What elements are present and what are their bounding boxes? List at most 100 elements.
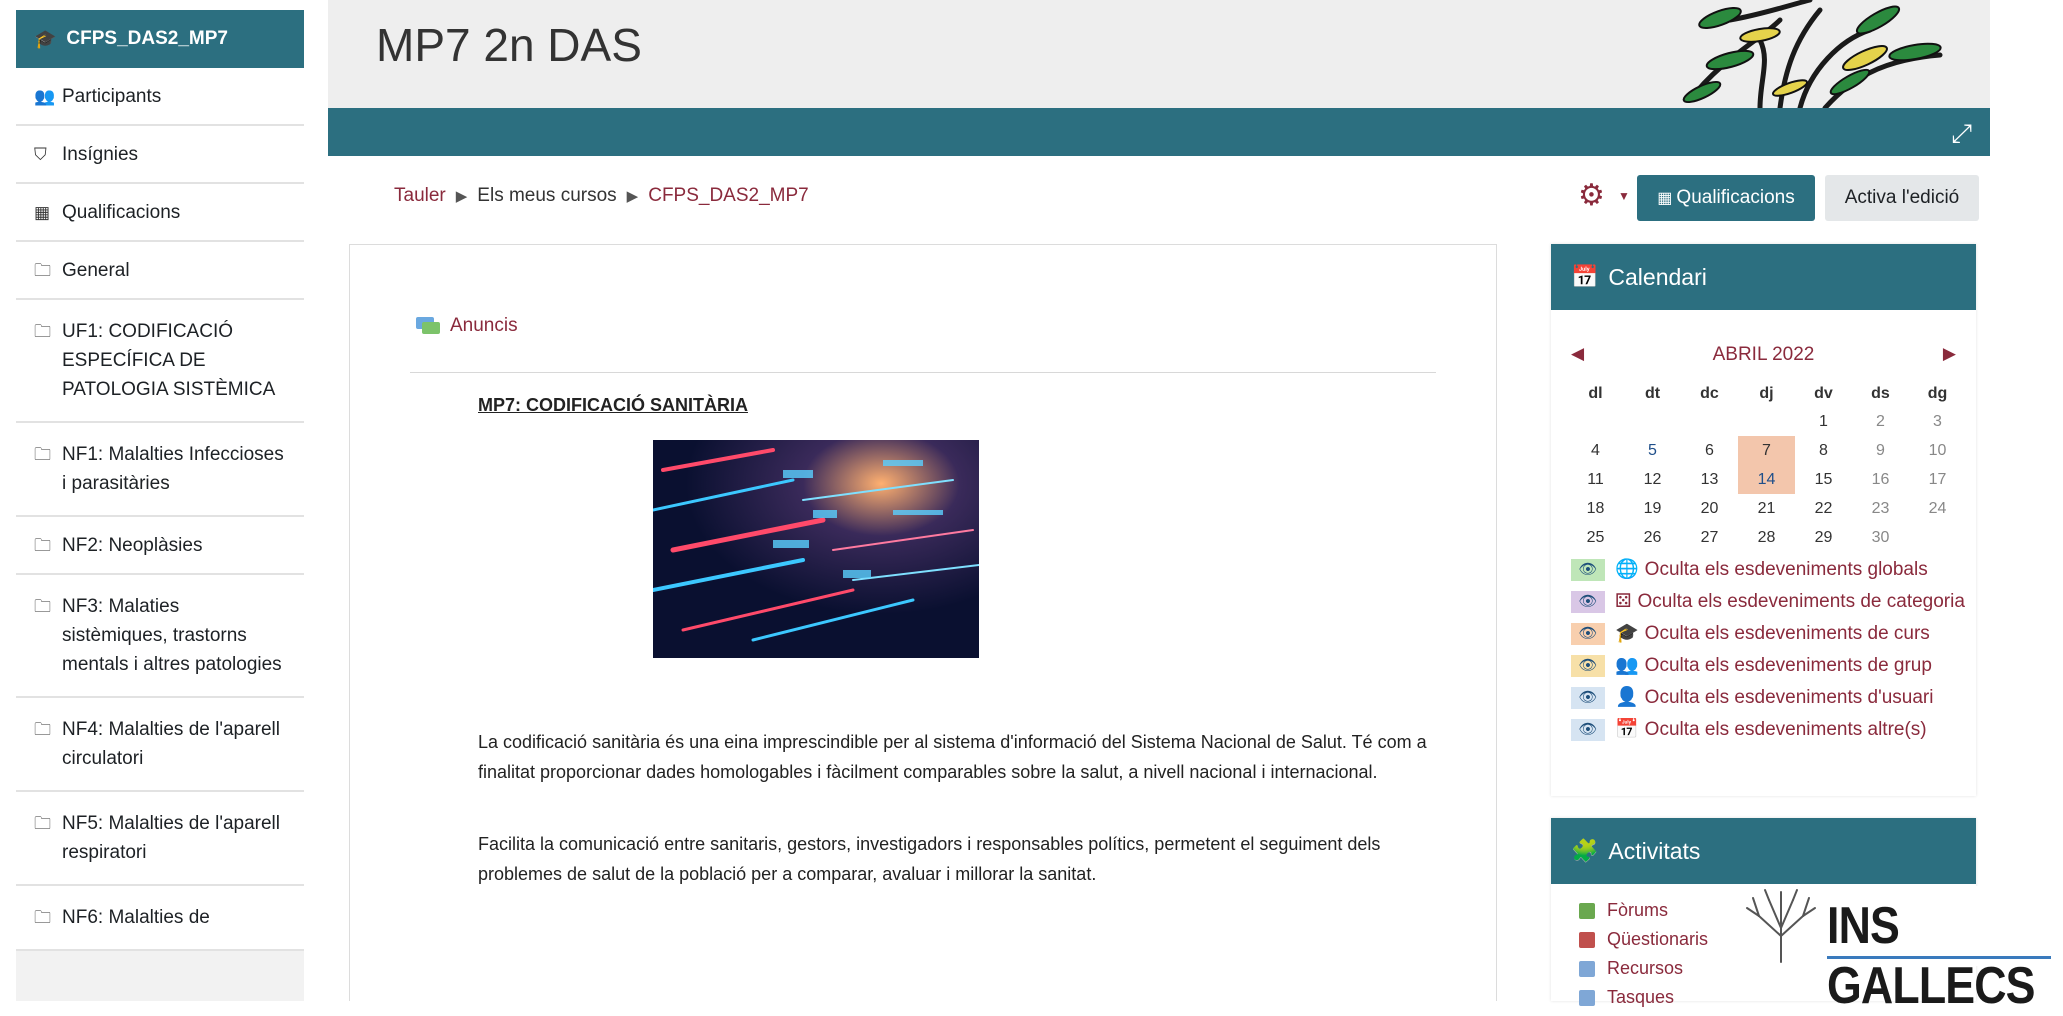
event-filter[interactable]: 👁 👤 Oculta els esdeveniments d'usuari: [1571, 682, 1971, 714]
breadcrumb-home[interactable]: Tauler: [394, 185, 446, 207]
calendar-day: 29: [1814, 528, 1833, 546]
calendar-day[interactable]: 5: [1624, 436, 1681, 465]
activity-label: Tasques: [1607, 987, 1675, 1007]
activity-icon: [1579, 989, 1595, 1006]
drawer-item[interactable]: 🗀 NF1: Malalties Infeccioses i parasitàri…: [16, 423, 304, 517]
calendar-day: 22: [1814, 499, 1833, 517]
event-filter-label: Oculta els esdeveniments de curs: [1644, 623, 1930, 644]
gear-icon[interactable]: ⚙: [1578, 178, 1605, 213]
calendar-week: 1 2 3: [1567, 407, 1966, 436]
weekday-header: dl: [1588, 385, 1603, 402]
turn-editing-on-button[interactable]: Activa l'edició: [1825, 175, 1979, 221]
users-icon: 👥: [1615, 655, 1639, 676]
users-icon: 👥: [34, 86, 56, 106]
calendar-day[interactable]: 14: [1738, 465, 1795, 494]
activities-block-header: 🧩 Activitats: [1551, 818, 1976, 884]
user-icon: 👤: [1615, 687, 1639, 708]
tree-logo-icon: [1746, 889, 1816, 963]
calendar-day: [1909, 523, 1966, 552]
weekday-header: dj: [1759, 385, 1774, 402]
drawer-item[interactable]: 🗀 NF4: Malalties de l'aparell circulatori: [16, 698, 304, 792]
announcements-link[interactable]: Anuncis: [450, 315, 518, 337]
section-heading: MP7: CODIFICACIÓ SANITÀRIA: [478, 395, 748, 415]
drawer-item-label: NF6: Malalties de: [62, 907, 210, 928]
calendar-day: 16: [1871, 470, 1890, 488]
tree-branches-image: [1682, 0, 1943, 108]
calendar-day: 12: [1643, 470, 1662, 488]
code-visualization-image: [653, 440, 979, 658]
calendar-month[interactable]: ABRIL 2022: [1571, 344, 1956, 366]
activity-label: Recursos: [1607, 958, 1684, 978]
cubes-icon: ⚄: [1615, 591, 1632, 612]
activity-link[interactable]: Qüestionaris: [1579, 925, 1708, 954]
eye-icon[interactable]: 👁: [1571, 655, 1605, 677]
drawer-item[interactable]: 🗀 NF6: Malalties de: [16, 886, 304, 951]
event-filter-label: Oculta els esdeveniments altre(s): [1644, 719, 1927, 740]
paragraph-1: La codificació sanitària és una eina imp…: [478, 732, 1427, 782]
calendar-week: 25 26 27 28 29 30: [1567, 523, 1966, 552]
next-month-icon[interactable]: ▶: [1943, 344, 1956, 364]
folder-icon: 🗀: [34, 720, 51, 739]
drawer-item-label: NF2: Neoplàsies: [62, 534, 203, 556]
breadcrumb-separator-icon: ▶: [626, 188, 639, 205]
calendar-day: 2: [1876, 412, 1885, 430]
calendar-day: 27: [1700, 528, 1719, 546]
calendar-day: 23: [1871, 499, 1890, 517]
calendar-day: 19: [1643, 499, 1662, 517]
breadcrumb-courses[interactable]: Els meus cursos: [477, 185, 616, 207]
drawer-item-label: General: [62, 259, 130, 281]
event-filter[interactable]: 👁 🎓 Oculta els esdeveniments de curs: [1571, 618, 1971, 650]
folder-icon: 🗀: [34, 597, 51, 616]
activities-title: Activitats: [1608, 837, 1701, 864]
drawer-course-link[interactable]: 🎓 CFPS_DAS2_MP7: [16, 10, 304, 68]
activity-link[interactable]: Tasques: [1579, 983, 1708, 1012]
chevron-down-icon[interactable]: ▼: [1618, 189, 1630, 203]
drawer-item[interactable]: 🗀 UF1: CODIFICACIÓ ESPECÍFICA DE PATOLOGI…: [16, 300, 304, 423]
drawer-item[interactable]: ▦ Qualificacions: [16, 184, 304, 242]
grades-button-label: Qualificacions: [1676, 187, 1795, 208]
event-filter[interactable]: 👁 ⚄ Oculta els esdeveniments de categoria: [1571, 586, 1971, 618]
calendar-day: [1738, 407, 1795, 436]
event-filter-label: Oculta els esdeveniments globals: [1644, 559, 1928, 580]
calendar-week: 11 12 13 14 15 16 17: [1567, 465, 1966, 494]
calendar-day: [1681, 407, 1738, 436]
expand-icon[interactable]: ⤢: [1951, 118, 1972, 150]
grades-button[interactable]: ▦ Qualificacions: [1637, 175, 1815, 221]
drawer-item[interactable]: ⛉ Insígnies: [16, 126, 304, 184]
drawer-item[interactable]: 🗀 NF2: Neoplàsies: [16, 517, 304, 575]
event-filter[interactable]: 👁 📅 Oculta els esdeveniments altre(s): [1571, 714, 1971, 746]
event-filter[interactable]: 👁 🌐 Oculta els esdeveniments globals: [1571, 554, 1971, 586]
page-header: MP7 2n DAS: [328, 0, 1990, 108]
eye-icon[interactable]: 👁: [1571, 623, 1605, 645]
weekday-header: dt: [1644, 385, 1661, 402]
calendar-day: 28: [1757, 528, 1776, 546]
breadcrumb-current[interactable]: CFPS_DAS2_MP7: [648, 185, 809, 207]
calendar-day: 6: [1705, 441, 1714, 459]
eye-icon[interactable]: 👁: [1571, 719, 1605, 741]
activity-link[interactable]: Fòrums: [1579, 896, 1708, 925]
calendar-day: 15: [1814, 470, 1833, 488]
forum-icon: [416, 317, 440, 334]
divider: [410, 372, 1436, 373]
page-title: MP7 2n DAS: [376, 19, 642, 71]
folder-icon: 🗀: [34, 322, 51, 341]
calendar-day: 25: [1586, 528, 1605, 546]
event-filter[interactable]: 👁 👥 Oculta els esdeveniments de grup: [1571, 650, 1971, 682]
table-icon: ▦: [34, 202, 51, 222]
course-content: Anuncis MP7: CODIFICACIÓ SANITÀRIA La co…: [349, 244, 1497, 1001]
announcements-forum[interactable]: Anuncis: [414, 315, 518, 337]
calendar-table: dl dt dc dj dv ds dg 1 2 3 4 5 6 7 8 9 10 11 12 13 14 15 16 17…: [1567, 381, 1966, 552]
breadcrumb-separator-icon: ▶: [455, 188, 468, 205]
drawer-item[interactable]: 👥 Participants: [16, 68, 304, 126]
paragraph-2: Facilita la comunicació entre sanitaris,…: [478, 834, 1381, 884]
event-filters: 👁 🌐 Oculta els esdeveniments globals 👁 ⚄ Ocul…: [1571, 554, 1971, 746]
calendar-day: 21: [1757, 499, 1776, 517]
drawer-item[interactable]: 🗀 NF3: Malaties sistèmiques, trastorns me…: [16, 575, 304, 698]
eye-icon[interactable]: 👁: [1571, 559, 1605, 581]
eye-icon[interactable]: 👁: [1571, 687, 1605, 709]
drawer-item[interactable]: 🗀 General: [16, 242, 304, 300]
activity-link[interactable]: Recursos: [1579, 954, 1708, 983]
eye-icon[interactable]: 👁: [1571, 591, 1605, 613]
calendar-day: 9: [1876, 441, 1885, 459]
drawer-item[interactable]: 🗀 NF5: Malalties de l'aparell respiratori: [16, 792, 304, 886]
